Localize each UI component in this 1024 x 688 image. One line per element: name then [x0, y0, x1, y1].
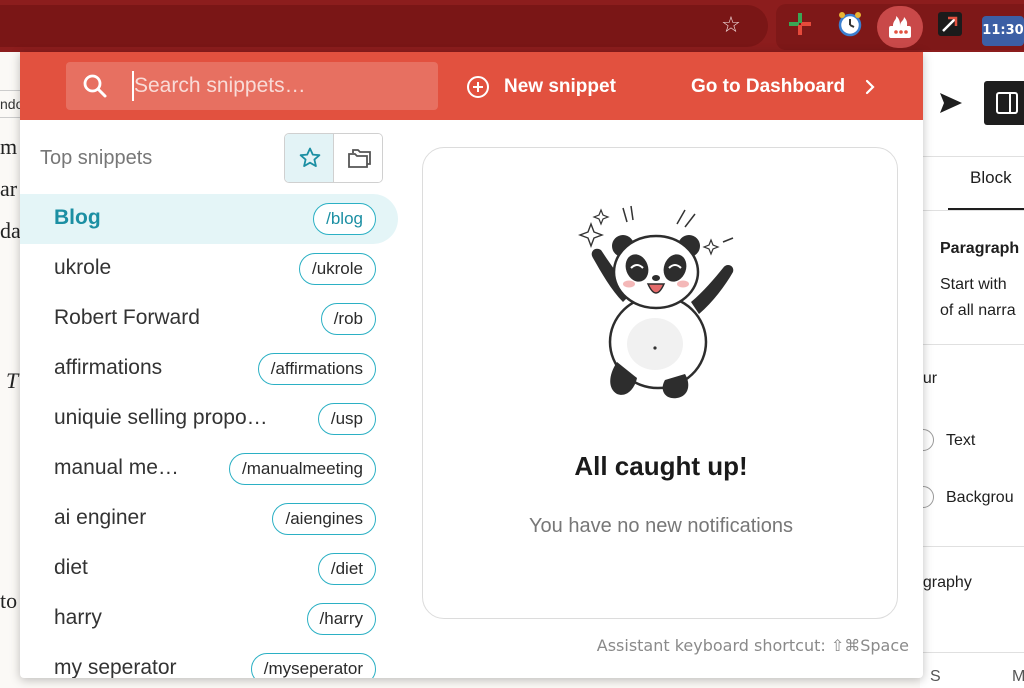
- snippet-list-title: Top snippets: [40, 147, 153, 169]
- favorites-view-button[interactable]: [285, 134, 334, 182]
- snippet-item-affirmations[interactable]: affirmations /affirmations: [20, 344, 398, 394]
- snippet-item-ai-enginer[interactable]: ai enginer /aiengines: [20, 494, 398, 544]
- snippet-name: affirmations: [54, 356, 163, 379]
- snippet-item-diet[interactable]: diet /diet: [20, 544, 398, 594]
- snippet-item-manual-meeting[interactable]: manual me… /manualmeeting: [20, 444, 398, 494]
- color-text-label[interactable]: Text: [946, 432, 975, 450]
- block-title: Paragraph: [940, 240, 1020, 257]
- go-to-dashboard-button[interactable]: Go to Dashboard: [691, 72, 877, 102]
- bg-text-fragment: da: [0, 218, 21, 243]
- send-icon[interactable]: [938, 90, 964, 116]
- happy-panda-illustration: [578, 205, 734, 399]
- star-icon: [299, 147, 321, 167]
- popup-header: New snippet Go to Dashboard: [20, 52, 923, 120]
- plus-circle-icon: [467, 76, 489, 98]
- tab-block[interactable]: Block: [970, 168, 1012, 188]
- go-to-dashboard-label: Go to Dashboard: [691, 76, 846, 97]
- arrow-ext-icon[interactable]: [936, 10, 964, 38]
- notifications-title: All caught up!: [574, 451, 748, 481]
- snippet-name: uniquie selling propo…: [54, 406, 268, 429]
- list-view-toggle: [284, 133, 383, 183]
- keyboard-shortcut-hint: Assistant keyboard shortcut: ⇧⌘Space: [596, 636, 909, 655]
- text-blaze-ext-icon: [889, 16, 911, 38]
- snippet-shortcut-badge: /rob: [320, 303, 376, 335]
- bg-text-fragment: to: [0, 588, 18, 613]
- divider: [920, 210, 1024, 211]
- block-description: of all narra: [940, 302, 1016, 319]
- browser-toolbar: ☆ 11:30: [0, 0, 1024, 52]
- snippet-name: Robert Forward: [54, 306, 200, 329]
- divider: [920, 344, 1024, 345]
- snippet-item-ukrole[interactable]: ukrole /ukrole: [20, 244, 398, 294]
- bg-text-fragment: m: [0, 134, 18, 159]
- block-description: Start with: [940, 276, 1007, 293]
- divider: [920, 546, 1024, 547]
- divider: [920, 156, 1024, 157]
- snippet-shortcut-badge: /diet: [317, 553, 376, 585]
- snippet-item-blog[interactable]: Blog /blog: [20, 194, 398, 244]
- divider: [920, 652, 1024, 653]
- snippet-name: manual me…: [54, 456, 179, 479]
- snippet-item-my-seperator[interactable]: my seperator /myseperator: [20, 644, 398, 678]
- chevron-right-icon: [866, 79, 875, 95]
- snippet-name: ukrole: [54, 256, 112, 279]
- address-bar[interactable]: [0, 5, 768, 47]
- notifications-card: All caught up! You have no new notificat…: [422, 147, 898, 619]
- bg-text-fragment: ar: [0, 176, 18, 201]
- snippet-shortcut-badge: /harry: [306, 603, 376, 635]
- new-snippet-button[interactable]: New snippet: [466, 72, 616, 102]
- snippet-item-robert-forward[interactable]: Robert Forward /rob: [20, 294, 398, 344]
- folders-view-button[interactable]: [334, 134, 382, 182]
- alarm-clock-ext-icon[interactable]: [836, 10, 864, 38]
- snippet-shortcut-badge: /aiengines: [272, 503, 376, 535]
- snippet-shortcut-badge: /usp: [317, 403, 376, 435]
- search-icon: [83, 74, 107, 98]
- text-blaze-ext-button[interactable]: [877, 6, 923, 48]
- snippet-item-usp[interactable]: uniquie selling propo… /usp: [20, 394, 398, 444]
- snippet-shortcut-badge: /manualmeeting: [229, 453, 376, 485]
- color-background-label[interactable]: Backgrou: [946, 489, 1014, 507]
- bg-text-fragment: T: [6, 368, 19, 393]
- size-option[interactable]: M: [1012, 668, 1024, 686]
- snippet-shortcut-badge: /affirmations: [257, 353, 376, 385]
- snippet-assistant-popup: New snippet Go to Dashboard Top snippets…: [20, 52, 923, 678]
- section-typography-heading[interactable]: ography: [920, 574, 972, 592]
- snippet-shortcut-badge: /myseperator: [250, 653, 376, 678]
- snippet-name: ai enginer: [54, 506, 147, 529]
- snippet-name: my seperator: [54, 656, 177, 678]
- snippet-shortcut-badge: /blog: [313, 203, 376, 235]
- snippet-name: Blog: [54, 206, 101, 229]
- notifications-subtitle: You have no new notifications: [529, 515, 793, 537]
- search-input[interactable]: [132, 71, 422, 101]
- snippet-shortcut-badge: /ukrole: [298, 253, 376, 285]
- snippet-item-harry[interactable]: harry /harry: [20, 594, 398, 644]
- new-snippet-label: New snippet: [504, 76, 616, 97]
- background-page-right: t Block Paragraph Start with of all narr…: [920, 52, 1024, 688]
- clock-ext-icon[interactable]: 11:30: [982, 16, 1024, 46]
- bookmark-star-icon[interactable]: ☆: [718, 13, 744, 39]
- search-box[interactable]: [66, 62, 438, 110]
- settings-panel-toggle[interactable]: [984, 81, 1024, 125]
- folder-icon: [348, 149, 371, 168]
- sidebar-panel-icon: [996, 92, 1018, 114]
- snippet-name: diet: [54, 556, 88, 579]
- snippet-name: harry: [54, 606, 102, 629]
- size-option[interactable]: S: [930, 668, 941, 686]
- tracker-ext-icon[interactable]: [786, 10, 814, 38]
